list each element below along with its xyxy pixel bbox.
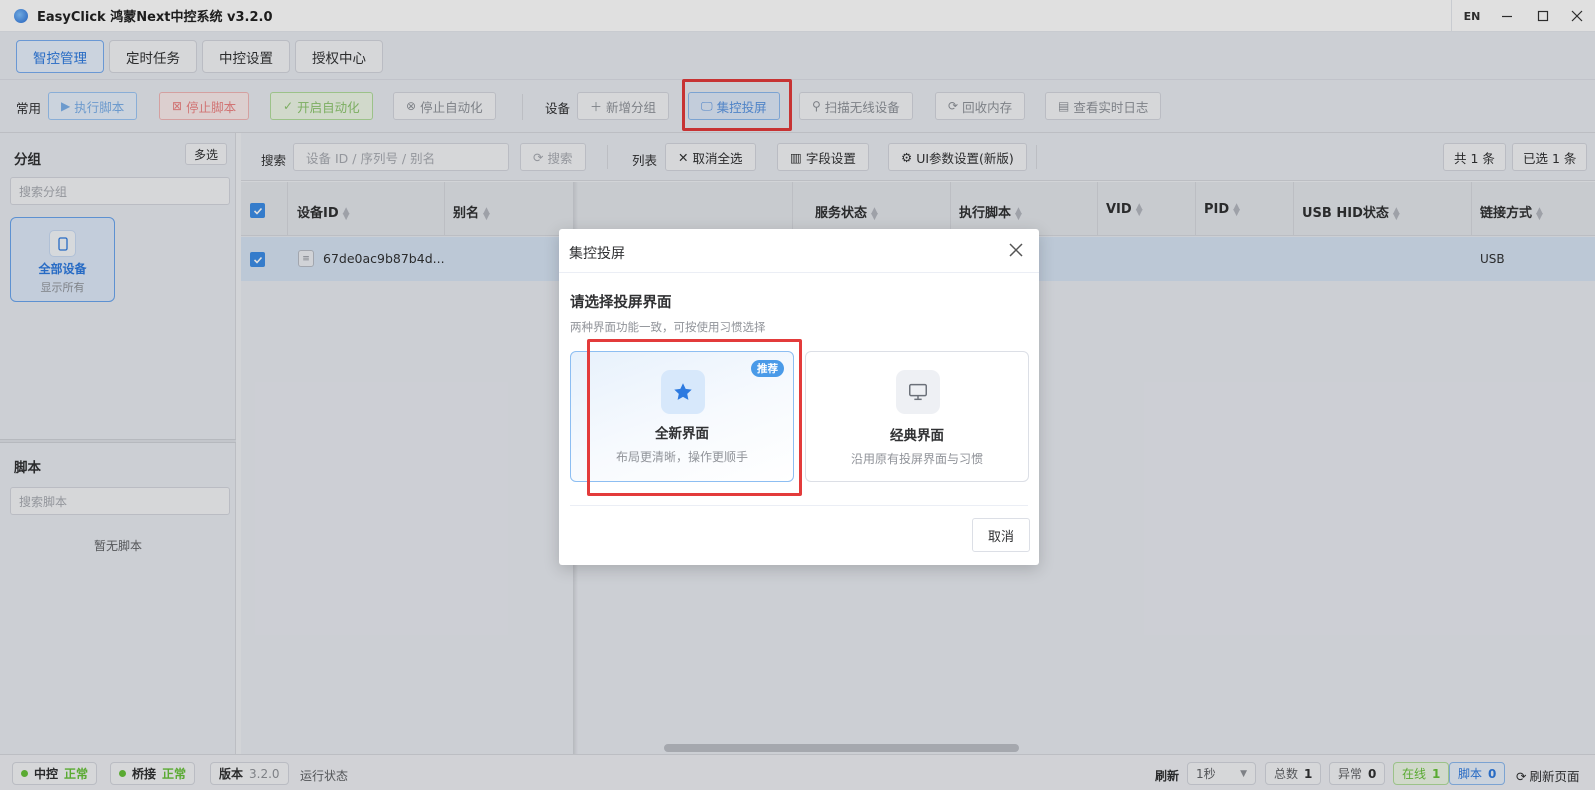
- recommended-badge: 推荐: [751, 360, 784, 377]
- option-name: 全新界面: [655, 426, 709, 442]
- dialog-hint: 两种界面功能一致，可按使用习惯选择: [570, 320, 766, 334]
- star-icon: [661, 370, 705, 414]
- option-desc: 沿用原有投屏界面与习惯: [850, 452, 983, 466]
- option-name: 经典界面: [890, 428, 944, 444]
- option-classic-ui[interactable]: 经典界面 沿用原有投屏界面与习惯: [805, 351, 1029, 482]
- monitor-icon: [896, 370, 940, 414]
- dialog-header: 集控投屏: [559, 229, 1039, 273]
- cancel-button[interactable]: 取消: [972, 518, 1030, 552]
- option-new-ui[interactable]: 推荐 全新界面 布局更清晰，操作更顺手: [570, 351, 794, 482]
- screen-cast-dialog: 集控投屏 请选择投屏界面 两种界面功能一致，可按使用习惯选择 推荐 全新界面 布…: [559, 229, 1039, 565]
- option-desc: 布局更清晰，操作更顺手: [615, 450, 748, 464]
- dialog-prompt: 请选择投屏界面: [570, 295, 672, 311]
- dialog-title: 集控投屏: [569, 246, 625, 262]
- close-icon[interactable]: [1007, 241, 1025, 259]
